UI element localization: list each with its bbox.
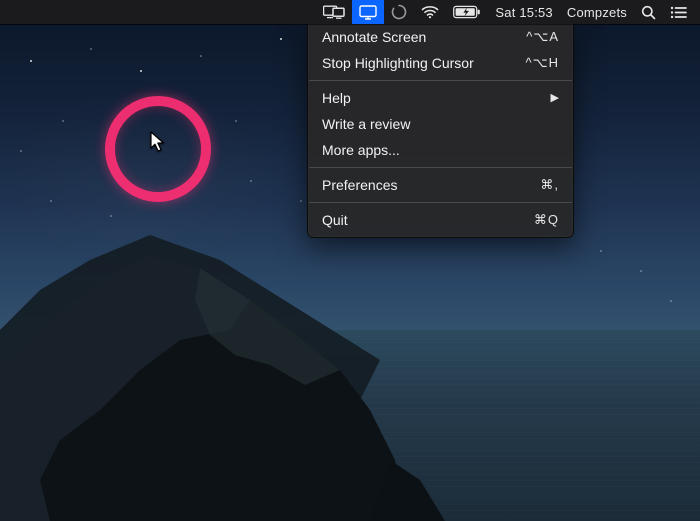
menu-item-quit[interactable]: Quit ⌘Q bbox=[308, 207, 573, 233]
wifi-icon[interactable] bbox=[414, 0, 446, 24]
app-dropdown-menu: Annotate Screen ^⌥A Stop Highlighting Cu… bbox=[307, 24, 574, 238]
menu-item-help[interactable]: Help ▶ bbox=[308, 85, 573, 111]
cursor-pointer-icon bbox=[150, 131, 168, 160]
clock-text: Sat 15:53 bbox=[495, 5, 552, 20]
menu-item-label: Write a review bbox=[322, 114, 410, 134]
menu-item-label: Preferences bbox=[322, 175, 397, 195]
menu-bar-username[interactable]: Compzets bbox=[560, 0, 634, 24]
menu-bar: Sat 15:53 Compzets bbox=[0, 0, 700, 24]
menu-separator bbox=[309, 202, 572, 203]
menu-item-label: Stop Highlighting Cursor bbox=[322, 53, 474, 73]
menu-separator bbox=[309, 167, 572, 168]
submenu-chevron-right-icon: ▶ bbox=[551, 88, 559, 108]
menu-item-label: Quit bbox=[322, 210, 348, 230]
display-arrangement-icon[interactable] bbox=[316, 0, 352, 24]
menu-item-more-apps[interactable]: More apps... bbox=[308, 137, 573, 163]
menu-item-shortcut: ^⌥A bbox=[526, 27, 559, 47]
menu-item-label: Annotate Screen bbox=[322, 27, 426, 47]
screen-annotate-menubar-icon[interactable] bbox=[352, 0, 384, 24]
menu-item-label: Help bbox=[322, 88, 351, 108]
spotlight-search-icon[interactable] bbox=[634, 0, 663, 24]
menu-item-write-review[interactable]: Write a review bbox=[308, 111, 573, 137]
menu-item-label: More apps... bbox=[322, 140, 400, 160]
menu-item-preferences[interactable]: Preferences ⌘, bbox=[308, 172, 573, 198]
menu-item-shortcut: ⌘, bbox=[540, 175, 559, 195]
control-list-icon[interactable] bbox=[663, 0, 694, 24]
loading-spinner-icon[interactable] bbox=[384, 0, 414, 24]
menu-bar-clock[interactable]: Sat 15:53 bbox=[488, 0, 559, 24]
battery-icon[interactable] bbox=[446, 0, 488, 24]
menu-item-stop-highlighting-cursor[interactable]: Stop Highlighting Cursor ^⌥H bbox=[308, 50, 573, 76]
username-text: Compzets bbox=[567, 5, 627, 20]
menu-item-shortcut: ^⌥H bbox=[526, 53, 559, 73]
menu-item-annotate-screen[interactable]: Annotate Screen ^⌥A bbox=[308, 24, 573, 50]
menu-separator bbox=[309, 80, 572, 81]
menu-item-shortcut: ⌘Q bbox=[534, 210, 559, 230]
